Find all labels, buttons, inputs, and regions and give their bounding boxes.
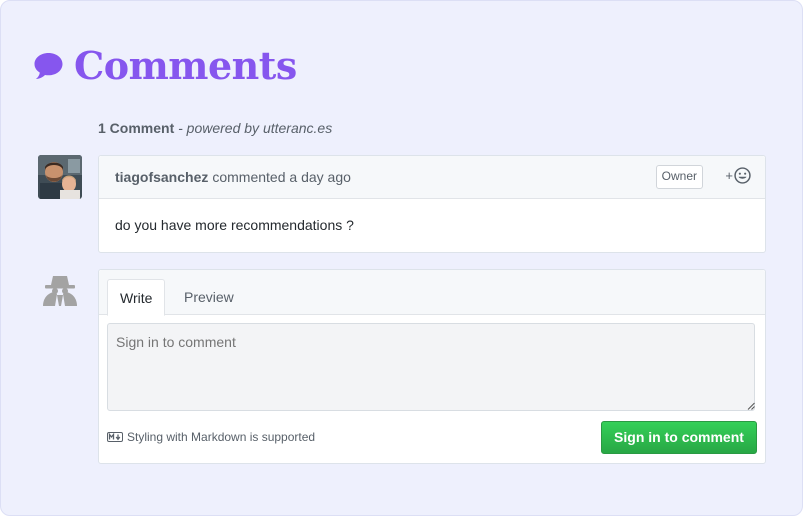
markdown-icon [107, 432, 123, 442]
add-reaction-button[interactable]: + [725, 167, 751, 184]
comments-panel: Comments 1 Comment - powered by utteranc… [0, 0, 803, 516]
comment-summary: 1 Comment - powered by utteranc.es [98, 120, 332, 136]
tab-write[interactable]: Write [107, 279, 166, 316]
comments-heading: Comments [33, 41, 297, 89]
comment-card: tiagofsanchez commented a day ago Owner … [98, 155, 766, 253]
comment-count: 1 Comment [98, 120, 175, 136]
powered-by-link[interactable]: - powered by utteranc.es [174, 120, 332, 136]
speech-bubble-icon [34, 53, 63, 79]
comment-timestamp[interactable]: commented a day ago [212, 169, 351, 185]
owner-badge: Owner [655, 165, 703, 189]
anonymous-user-icon [43, 276, 77, 306]
resize-handle-icon[interactable] [747, 402, 755, 410]
comment-body: do you have more recommendations ? [115, 217, 354, 233]
reaction-plus-label: + [725, 168, 733, 183]
markdown-note-label: Styling with Markdown is supported [127, 430, 316, 444]
sign-in-to-comment-button[interactable]: Sign in to comment [601, 421, 757, 454]
editor-tabs: Write Preview [99, 270, 765, 316]
avatar[interactable] [38, 155, 82, 199]
comment-header: tiagofsanchez commented a day ago Owner … [99, 156, 765, 199]
smiley-icon [734, 167, 751, 184]
markdown-note[interactable]: Styling with Markdown is supported [107, 430, 315, 444]
tab-preview[interactable]: Preview [172, 279, 246, 315]
avatar-image [38, 155, 82, 199]
page-title: Comments [74, 42, 297, 88]
comment-textarea[interactable] [107, 323, 755, 411]
comment-editor: Write Preview Styling with Markdown is s… [98, 269, 766, 464]
comment-author-link[interactable]: tiagofsanchez [115, 169, 208, 185]
